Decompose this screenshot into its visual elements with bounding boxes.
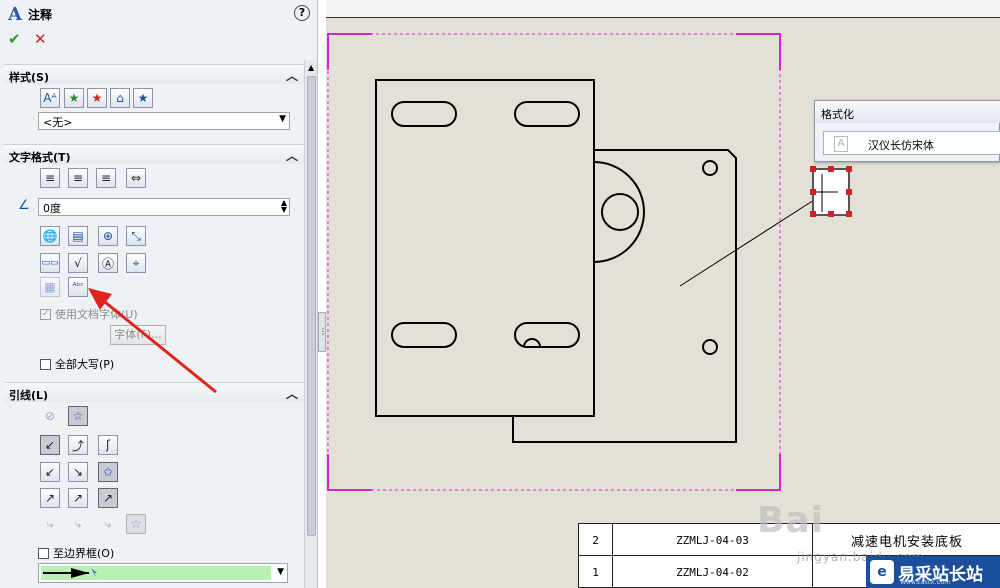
format-popup-title[interactable]: 格式化 bbox=[815, 101, 1000, 123]
font-name-value: 汉仪长仿宋体 bbox=[868, 139, 934, 152]
format-toolbar-popup[interactable]: 格式化 A 汉仪长仿宋体 bbox=[814, 100, 1000, 162]
font-icon: A bbox=[834, 136, 848, 152]
watermark-text: Bai bbox=[757, 500, 825, 541]
red-arrow-icon bbox=[99, 296, 217, 394]
tutorial-arrow-overlay bbox=[88, 288, 217, 394]
font-name-field[interactable]: A 汉仪长仿宋体 bbox=[823, 131, 1000, 155]
part-code: ZZMLJ-04-02 bbox=[613, 556, 813, 588]
site-watermark: e 易采站长站 Www.Easck.Com bbox=[866, 556, 1000, 588]
row-index: 2 bbox=[579, 524, 613, 556]
row-index: 1 bbox=[579, 556, 613, 588]
baidu-watermark: Bai jingyan.baidu.com bbox=[757, 500, 924, 564]
site-url: Www.Easck.Com bbox=[900, 579, 951, 586]
site-logo-icon: e bbox=[870, 560, 894, 584]
